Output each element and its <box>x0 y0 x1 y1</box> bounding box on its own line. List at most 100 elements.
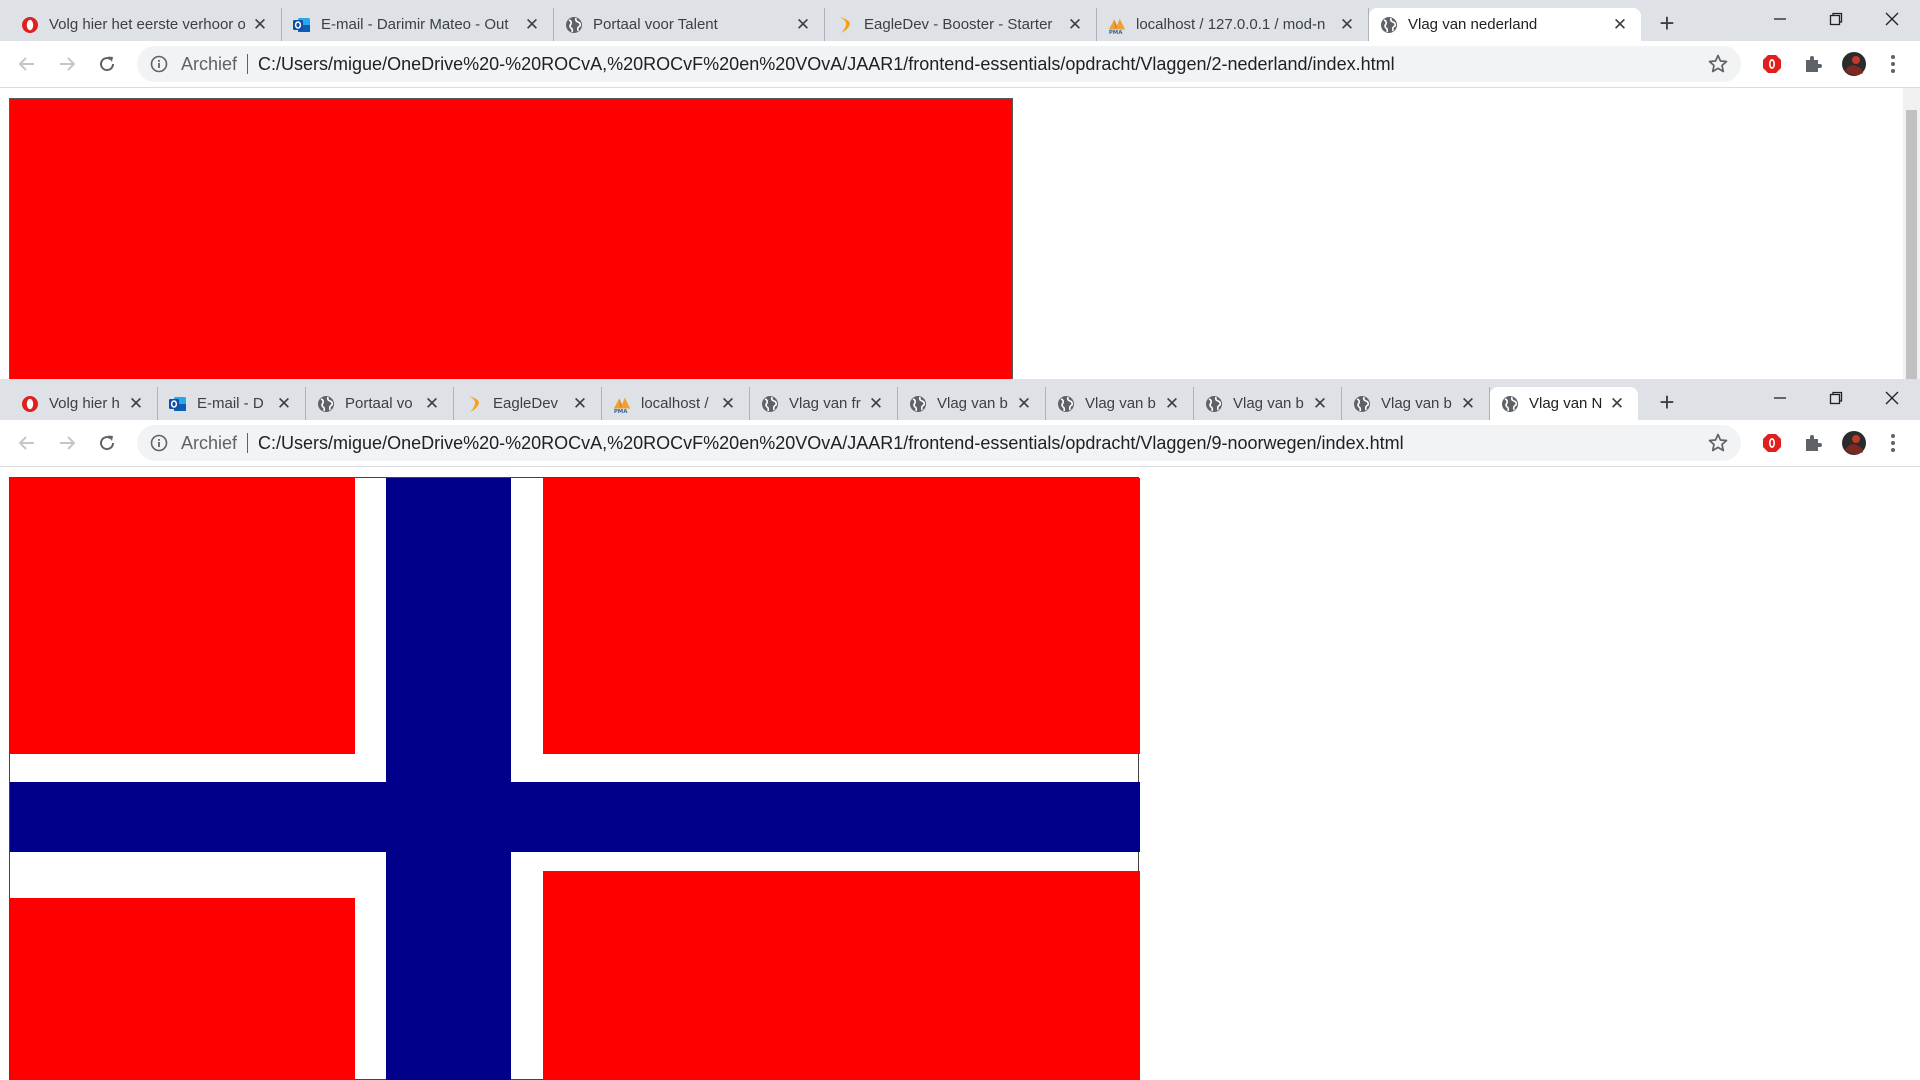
browser-window-bottom: Volg hier h ✕ E-mail - D ✕ Portaal vo ✕ … <box>0 379 1920 1080</box>
browser-toolbar: Archief C:/Users/migue/OneDrive%20-%20RO… <box>0 41 1920 88</box>
file-scheme-badge: Archief <box>181 53 238 74</box>
tab-vlag-b-3[interactable]: Vlag van b ✕ <box>1194 387 1342 420</box>
tab-title: EagleDev <box>493 395 559 412</box>
close-icon[interactable]: ✕ <box>865 393 887 415</box>
reload-button[interactable] <box>92 428 122 458</box>
puzzle-icon[interactable] <box>1800 51 1826 77</box>
tab-portaal-talent[interactable]: Portaal vo ✕ <box>306 387 454 420</box>
new-tab-button[interactable]: + <box>1653 389 1681 417</box>
restore-icon <box>1829 12 1843 26</box>
info-icon[interactable] <box>149 54 169 74</box>
close-icon[interactable]: ✕ <box>421 393 443 415</box>
tab-title: Vlag van fr <box>789 395 861 412</box>
tab-vlag-b-2[interactable]: Vlag van b ✕ <box>1046 387 1194 420</box>
restore-button[interactable] <box>1808 0 1864 38</box>
close-icon[interactable]: ✕ <box>1064 14 1086 36</box>
close-icon[interactable]: ✕ <box>1457 393 1479 415</box>
tab-opera-news[interactable]: Volg hier het eerste verhoor o ✕ <box>10 8 282 41</box>
flag-red-field-top-left <box>10 478 355 754</box>
minimize-button[interactable] <box>1752 0 1808 38</box>
tab-title: Portaal vo <box>345 395 413 412</box>
close-icon[interactable]: ✕ <box>1309 393 1331 415</box>
close-icon[interactable]: ✕ <box>1013 393 1035 415</box>
address-bar[interactable]: Archief C:/Users/migue/OneDrive%20-%20RO… <box>137 425 1741 461</box>
globe-icon <box>1379 15 1399 35</box>
close-icon[interactable]: ✕ <box>273 393 295 415</box>
kebab-menu-icon[interactable] <box>1880 51 1906 77</box>
tab-title: Vlag van b <box>1085 395 1156 412</box>
star-icon[interactable] <box>1707 432 1729 454</box>
flag-red-field-top-right <box>543 478 1140 754</box>
back-button[interactable] <box>12 428 42 458</box>
minimize-icon <box>1774 397 1786 399</box>
tab-vlag-frankrijk[interactable]: Vlag van fr ✕ <box>750 387 898 420</box>
tab-title: Volg hier het eerste verhoor o <box>49 16 245 33</box>
address-divider <box>247 54 249 74</box>
minimize-button[interactable] <box>1752 379 1808 417</box>
tab-outlook-email[interactable]: E-mail - D ✕ <box>158 387 306 420</box>
new-tab-button[interactable]: + <box>1653 10 1681 38</box>
avatar-icon[interactable] <box>1841 430 1867 456</box>
close-icon[interactable]: ✕ <box>1161 393 1183 415</box>
tab-vlag-noorwegen[interactable]: Vlag van N ✕ <box>1490 387 1638 420</box>
tab-title: E-mail - Darimir Mateo - Out <box>321 16 509 33</box>
tab-title: EagleDev - Booster - Starter <box>864 16 1053 33</box>
tab-localhost-phpmyadmin[interactable]: localhost / ✕ <box>602 387 750 420</box>
avatar-icon[interactable] <box>1841 51 1867 77</box>
info-icon[interactable] <box>149 433 169 453</box>
kebab-menu-icon[interactable] <box>1880 430 1906 456</box>
window-controls <box>1752 0 1920 41</box>
tab-title: Vlag van N <box>1529 395 1602 412</box>
tab-title: Vlag van b <box>937 395 1008 412</box>
tab-opera-news[interactable]: Volg hier h ✕ <box>10 387 158 420</box>
phpmyadmin-icon <box>1107 15 1127 35</box>
url-text[interactable]: C:/Users/migue/OneDrive%20-%20ROCvA,%20R… <box>258 433 1404 454</box>
tab-portaal-talent[interactable]: Portaal voor Talent ✕ <box>554 8 825 41</box>
close-icon[interactable]: ✕ <box>717 393 739 415</box>
tab-vlag-b-1[interactable]: Vlag van b ✕ <box>898 387 1046 420</box>
vertical-scrollbar[interactable] <box>1903 88 1920 379</box>
puzzle-icon[interactable] <box>1800 430 1826 456</box>
close-icon[interactable]: ✕ <box>1606 393 1628 415</box>
close-window-button[interactable] <box>1864 379 1920 417</box>
tab-title: Vlag van nederland <box>1408 16 1538 33</box>
tab-outlook-email[interactable]: E-mail - Darimir Mateo - Out ✕ <box>282 8 554 41</box>
star-icon[interactable] <box>1707 53 1729 75</box>
back-button[interactable] <box>12 49 42 79</box>
reload-button[interactable] <box>92 49 122 79</box>
tab-vlag-nederland[interactable]: Vlag van nederland ✕ <box>1369 8 1641 41</box>
opera-extension-icon[interactable] <box>1759 430 1785 456</box>
close-icon[interactable]: ✕ <box>792 14 814 36</box>
tab-list: Volg hier h ✕ E-mail - D ✕ Portaal vo ✕ … <box>10 379 1638 420</box>
restore-button[interactable] <box>1808 379 1864 417</box>
close-icon[interactable]: ✕ <box>1336 14 1358 36</box>
flag-blue-cross-vertical <box>386 478 511 1080</box>
opera-extension-icon[interactable] <box>1759 51 1785 77</box>
tab-title: E-mail - D <box>197 395 264 412</box>
phpmyadmin-icon <box>612 394 632 414</box>
tab-title: localhost / <box>641 395 709 412</box>
url-text[interactable]: C:/Users/migue/OneDrive%20-%20ROCvA,%20R… <box>258 54 1395 75</box>
address-bar[interactable]: Archief C:/Users/migue/OneDrive%20-%20RO… <box>137 46 1741 82</box>
forward-button[interactable] <box>52 428 82 458</box>
restore-icon <box>1829 391 1843 405</box>
scrollbar-thumb[interactable] <box>1906 110 1917 379</box>
globe-icon <box>1352 394 1372 414</box>
close-window-button[interactable] <box>1864 0 1920 38</box>
globe-icon <box>316 394 336 414</box>
flag-red-field-bottom-left <box>10 898 355 1080</box>
tab-localhost-phpmyadmin[interactable]: localhost / 127.0.0.1 / mod-n ✕ <box>1097 8 1369 41</box>
forward-button[interactable] <box>52 49 82 79</box>
tab-eagledev[interactable]: EagleDev ✕ <box>454 387 602 420</box>
globe-icon <box>1500 394 1520 414</box>
arrow-left-icon <box>18 436 34 450</box>
close-icon[interactable]: ✕ <box>249 14 271 36</box>
tab-vlag-b-4[interactable]: Vlag van b ✕ <box>1342 387 1490 420</box>
tab-title: Vlag van b <box>1381 395 1452 412</box>
close-icon[interactable]: ✕ <box>125 393 147 415</box>
close-icon[interactable]: ✕ <box>521 14 543 36</box>
close-window-icon <box>1885 12 1899 26</box>
close-icon[interactable]: ✕ <box>569 393 591 415</box>
tab-eagledev[interactable]: EagleDev - Booster - Starter ✕ <box>825 8 1097 41</box>
close-icon[interactable]: ✕ <box>1609 14 1631 36</box>
